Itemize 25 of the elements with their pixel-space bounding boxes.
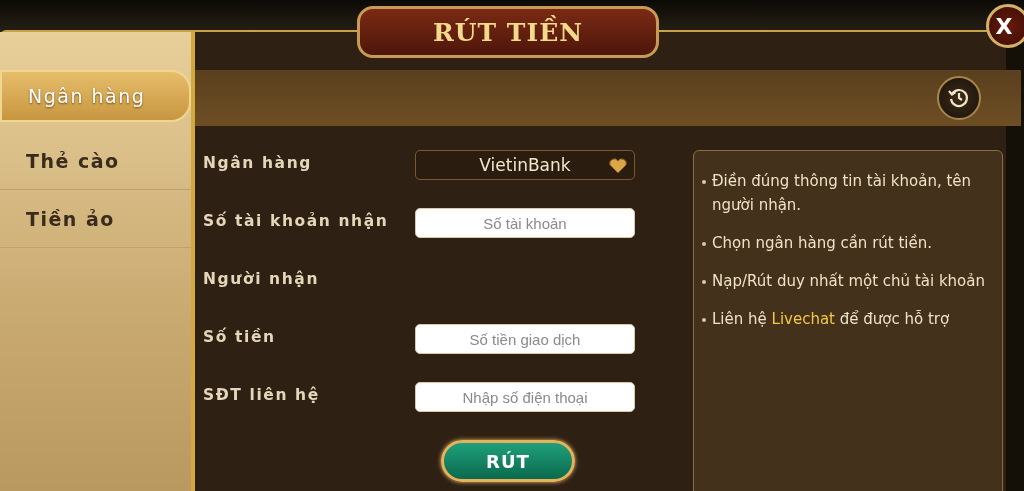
livechat-link[interactable]: Livechat <box>771 310 835 328</box>
bank-dropdown[interactable]: VietinBank <box>415 150 635 180</box>
field-label: Ngân hàng <box>203 153 313 172</box>
input-field[interactable]: Số tài khoản <box>415 208 635 238</box>
field-label: Số tiền <box>203 326 277 346</box>
field-label: SĐT liên hệ <box>203 385 321 404</box>
input-field[interactable]: Số tiền giao dịch <box>415 324 635 354</box>
bullet-icon <box>702 242 706 246</box>
note-text: Điền đúng thông tin tài khoản, tên người nhận. <box>712 171 973 216</box>
withdraw-button[interactable]: RÚT <box>441 440 575 482</box>
field-label: Người nhận <box>203 269 321 288</box>
note-text: Chọn ngân hàng cần rút tiền. <box>712 233 932 254</box>
heart-icon <box>608 158 628 174</box>
history-icon <box>947 86 971 110</box>
sidebar-tab[interactable]: Tiền ảo <box>0 190 191 248</box>
sidebar-tab[interactable]: Thẻ cào <box>0 132 191 190</box>
window-title: RÚT TIỀN <box>357 6 659 58</box>
input-field[interactable]: Nhập số điện thoại <box>415 382 635 412</box>
bullet-icon <box>702 280 706 284</box>
note-text: Nạp/Rút duy nhất một chủ tài khoản <box>712 271 985 292</box>
bullet-icon <box>702 180 706 184</box>
bullet-icon <box>702 318 706 322</box>
history-button[interactable] <box>937 76 981 120</box>
note-text: Liên hệ Livechat để được hỗ trợ <box>712 309 950 330</box>
field-label: Số tài khoản nhận <box>203 210 390 230</box>
